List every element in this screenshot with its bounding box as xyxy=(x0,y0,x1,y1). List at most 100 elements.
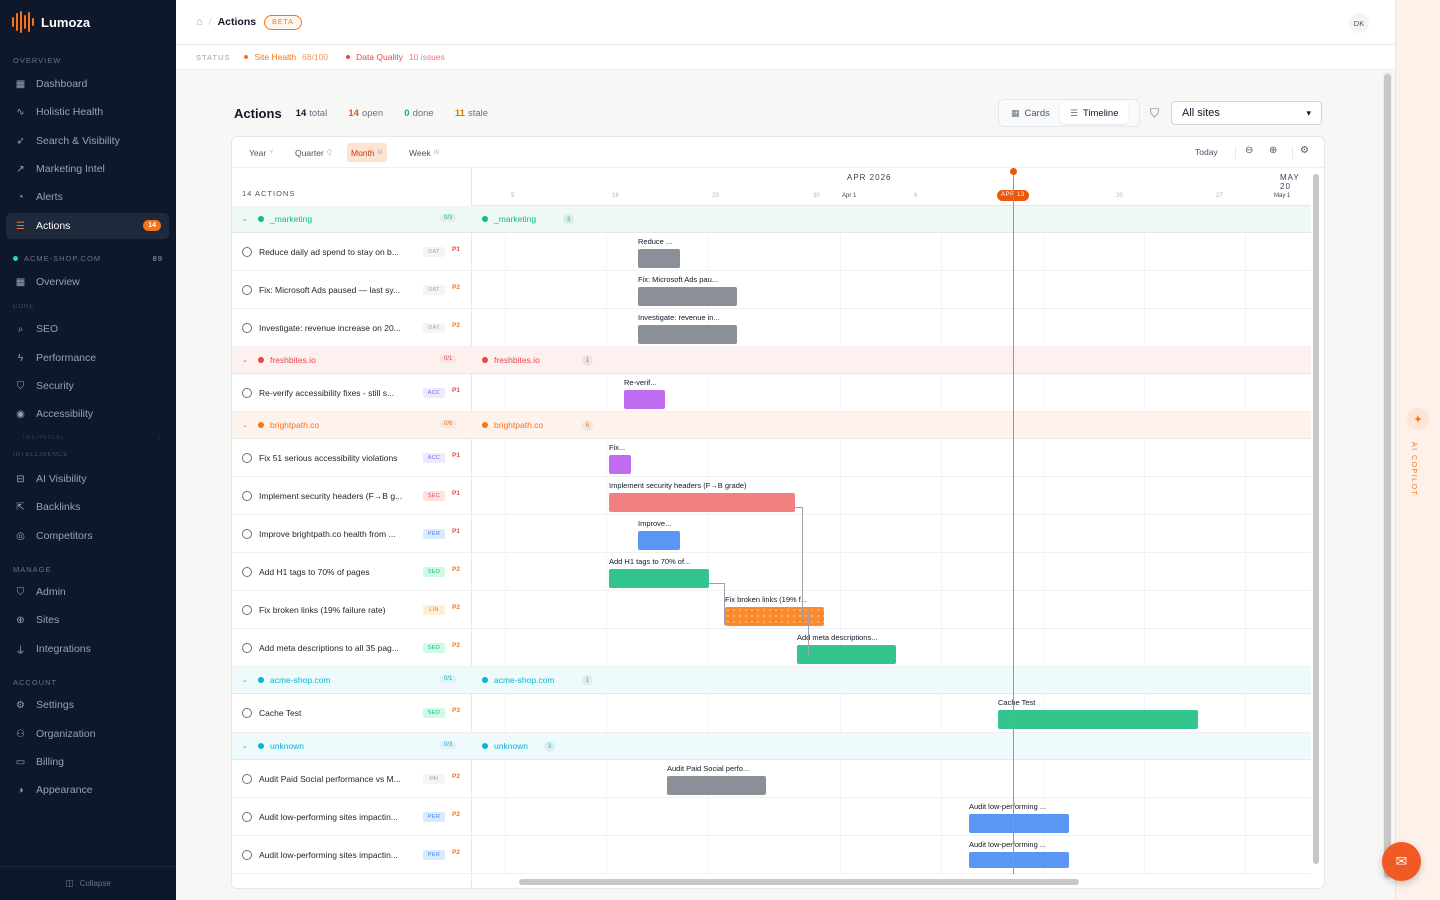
filter-icon[interactable]: ⛉ xyxy=(1150,106,1159,121)
task-row[interactable]: Fix broken links (19% failure rate) LIN P2… xyxy=(232,591,1311,629)
task-row[interactable]: Fix: Microsoft Ads paused — last sy... DA… xyxy=(232,271,1311,309)
sidebar-item-appearance[interactable]: ◑ Appearance xyxy=(6,777,169,803)
task-title[interactable]: Add H1 tags to 70% of pages xyxy=(259,567,417,577)
brand[interactable]: Lumoza xyxy=(12,10,90,34)
sidebar-item-marketing-intel[interactable]: ↗ Marketing Intel xyxy=(6,156,169,182)
task-title[interactable]: Audit Paid Social performance vs M... xyxy=(259,774,417,784)
task-status-checkbox[interactable] xyxy=(242,812,252,822)
chat-button[interactable]: ✉ xyxy=(1382,842,1421,881)
task-status-checkbox[interactable] xyxy=(242,850,252,860)
page-scrollbar[interactable] xyxy=(1383,72,1392,880)
sidebar-item-seo[interactable]: ⌕ SEO xyxy=(6,316,169,342)
task-row[interactable]: Implement security headers (F→B g... SEC P… xyxy=(232,477,1311,515)
today-button[interactable]: Today xyxy=(1195,147,1218,157)
task-title[interactable]: Add meta descriptions to all 35 pag... xyxy=(259,643,417,653)
sidebar-item-actions[interactable]: ☰ Actions 14 xyxy=(6,213,169,239)
task-status-checkbox[interactable] xyxy=(242,774,252,784)
task-row[interactable]: Audit low-performing sites impactin... PE… xyxy=(232,836,1311,874)
timeline-bar[interactable] xyxy=(609,455,631,474)
task-status-checkbox[interactable] xyxy=(242,453,252,463)
timeline-bar[interactable] xyxy=(624,390,665,409)
group-row[interactable]: ⌄ unknown 0/3 unknown 3 xyxy=(232,733,1311,760)
timeline-bar[interactable] xyxy=(725,607,824,626)
view-cards-button[interactable]: ▦ Cards xyxy=(1001,102,1060,124)
group-row[interactable]: ⌄ _marketing 0/3 _marketing 3 xyxy=(232,206,1311,233)
task-row[interactable]: Investigate: revenue increase on 20... DA… xyxy=(232,309,1311,347)
chevron-down-icon[interactable]: ⌄ xyxy=(242,742,248,750)
sidebar-item-holistic-health[interactable]: ∿ Holistic Health xyxy=(6,99,169,125)
task-row[interactable]: Audit Paid Social performance vs M... PAI… xyxy=(232,760,1311,798)
collapse-button[interactable]: ◫ Collapse xyxy=(0,866,176,900)
sparkle-icon[interactable]: ✦ xyxy=(1407,408,1429,430)
scale-month-button[interactable]: Month M xyxy=(347,143,387,162)
copilot-rail[interactable]: ✦ AI COPILOT xyxy=(1395,0,1440,900)
task-status-checkbox[interactable] xyxy=(242,708,252,718)
task-status-checkbox[interactable] xyxy=(242,567,252,577)
task-row[interactable]: Add meta descriptions to all 35 pag... SE… xyxy=(232,629,1311,667)
zoom-in-icon[interactable]: ⊕ xyxy=(1269,145,1277,156)
task-status-checkbox[interactable] xyxy=(242,285,252,295)
task-row[interactable]: Reduce daily ad spend to stay on b... DAT… xyxy=(232,233,1311,271)
site-select[interactable]: All sites ▾ xyxy=(1171,101,1322,125)
chevron-down-icon[interactable]: ⌄ xyxy=(242,676,248,684)
timeline-bar[interactable] xyxy=(797,645,896,664)
timeline-bar[interactable] xyxy=(638,249,680,268)
chevron-down-icon[interactable]: ⌄ xyxy=(242,421,248,429)
avatar[interactable]: DK xyxy=(1349,13,1369,33)
sidebar-item-settings[interactable]: ⚙ Settings xyxy=(6,692,169,718)
task-title[interactable]: Fix 51 serious accessibility violations xyxy=(259,453,417,463)
group-row[interactable]: ⌄ freshbites.io 0/1 freshbites.io 1 xyxy=(232,347,1311,374)
horizontal-scrollbar[interactable] xyxy=(519,879,1079,885)
scale-week-button[interactable]: Week W xyxy=(405,143,443,162)
data-quality-status[interactable]: Data Quality 10 issues xyxy=(346,52,445,62)
view-timeline-button[interactable]: ☰ Timeline xyxy=(1059,102,1129,124)
timeline-bar[interactable] xyxy=(609,569,709,588)
sidebar-item-performance[interactable]: ϟ Performance xyxy=(6,345,169,371)
vertical-scrollbar[interactable] xyxy=(1313,174,1319,864)
task-status-checkbox[interactable] xyxy=(242,491,252,501)
timeline-bar[interactable] xyxy=(969,852,1069,868)
task-status-checkbox[interactable] xyxy=(242,247,252,257)
timeline-bar[interactable] xyxy=(998,710,1198,729)
sidebar-item-organization[interactable]: ⚇ Organization xyxy=(6,721,169,747)
task-title[interactable]: Re-verify accessibility fixes - still s.… xyxy=(259,388,417,398)
task-title[interactable]: Audit low-performing sites impactin... xyxy=(259,812,417,822)
chevron-down-icon[interactable]: ⌄ xyxy=(242,356,248,364)
site-header[interactable]: ACME-SHOP.COM 89 xyxy=(13,254,163,263)
sidebar-item-alerts[interactable]: ◔ Alerts xyxy=(6,184,169,210)
group-row[interactable]: ⌄ acme-shop.com 0/1 acme-shop.com 1 xyxy=(232,667,1311,694)
settings-sliders-icon[interactable]: ⚙ xyxy=(1300,145,1309,156)
task-title[interactable]: Fix: Microsoft Ads paused — last sy... xyxy=(259,285,417,295)
sidebar-item-ai-visibility[interactable]: ⊟ AI Visibility xyxy=(6,466,169,492)
sidebar-item-admin[interactable]: ⛉ Admin xyxy=(6,579,169,605)
sidebar-item-security[interactable]: ⛉ Security xyxy=(6,373,169,399)
task-row[interactable]: Audit low-performing sites impactin... PE… xyxy=(232,798,1311,836)
home-icon[interactable]: ⌂ xyxy=(196,16,203,28)
copilot-label[interactable]: AI COPILOT xyxy=(1410,442,1417,496)
task-title[interactable]: Fix broken links (19% failure rate) xyxy=(259,605,417,615)
scale-year-button[interactable]: Year Y xyxy=(245,143,277,162)
task-status-checkbox[interactable] xyxy=(242,529,252,539)
timeline-bar[interactable] xyxy=(638,531,680,550)
task-row[interactable]: Add H1 tags to 70% of pages SEO P2 Add H1 t… xyxy=(232,553,1311,591)
task-title[interactable]: Implement security headers (F→B g... xyxy=(259,491,417,501)
group-row[interactable]: ⌄ brightpath.co 0/6 brightpath.co 6 xyxy=(232,412,1311,439)
task-title[interactable]: Improve brightpath.co health from ... xyxy=(259,529,417,539)
task-title[interactable]: Reduce daily ad spend to stay on b... xyxy=(259,247,417,257)
timeline-bar[interactable] xyxy=(667,776,766,795)
timeline-bar[interactable] xyxy=(609,493,795,512)
task-row[interactable]: Improve brightpath.co health from ... PER… xyxy=(232,515,1311,553)
timeline-bar[interactable] xyxy=(969,814,1069,833)
site-health-status[interactable]: Site Health 68/100 xyxy=(244,52,328,62)
sidebar-item-search-visibility[interactable]: ➶ Search & Visibility xyxy=(6,128,169,154)
sidebar-item-sites[interactable]: ⊕ Sites xyxy=(6,607,169,633)
task-status-checkbox[interactable] xyxy=(242,388,252,398)
task-row[interactable]: Cache Test SEO P3 Cache Test xyxy=(232,694,1311,733)
sidebar-item-billing[interactable]: ▭ Billing xyxy=(6,749,169,775)
scale-quarter-button[interactable]: Quarter Q xyxy=(291,143,336,162)
sidebar-item-integrations[interactable]: ⏚ Integrations xyxy=(6,636,169,662)
sidebar-item-backlinks[interactable]: ⇱ Backlinks xyxy=(6,494,169,520)
chevron-down-icon[interactable]: ⌄ xyxy=(242,215,248,223)
task-row[interactable]: Re-verify accessibility fixes - still s.… xyxy=(232,374,1311,412)
task-status-checkbox[interactable] xyxy=(242,643,252,653)
